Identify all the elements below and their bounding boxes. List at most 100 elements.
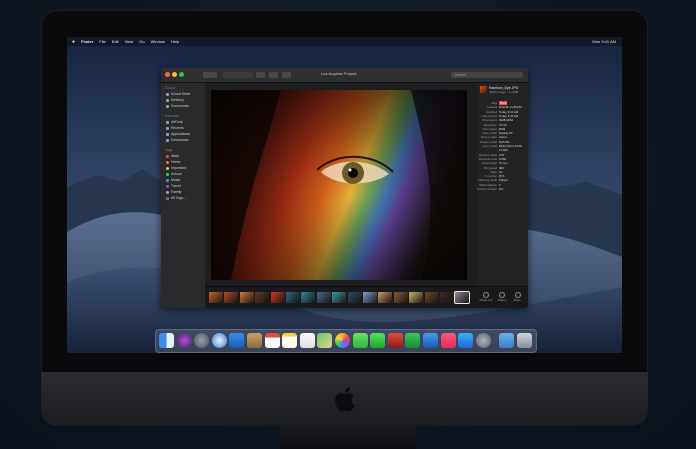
sidebar-tag-all[interactable]: All Tags…	[166, 196, 187, 200]
mail-icon[interactable]	[229, 333, 245, 348]
download-icon	[166, 138, 169, 142]
metadata-row: Content Creator Pro	[477, 187, 528, 191]
photo-booth-icon[interactable]	[387, 333, 403, 348]
system-preferences-icon[interactable]	[475, 333, 491, 348]
reminders-icon[interactable]	[299, 333, 315, 348]
sidebar-tag-school[interactable]: School	[166, 172, 182, 176]
photos-icon[interactable]	[335, 333, 350, 348]
menu-view[interactable]: View	[125, 39, 134, 44]
filmstrip-thumbnail[interactable]	[224, 292, 239, 303]
filmstrip-thumbnail[interactable]	[409, 292, 424, 303]
view-mode-control[interactable]	[223, 72, 253, 78]
photo-preview[interactable]	[211, 90, 467, 280]
airdrop-icon	[166, 120, 169, 124]
finder-icon[interactable]	[159, 333, 174, 348]
tag-dot-icon	[166, 184, 169, 188]
notes-icon[interactable]	[282, 333, 298, 348]
sidebar-item-desktop[interactable]: Desktop	[166, 98, 184, 102]
filmstrip: Rotate Left Markup More…	[205, 286, 528, 308]
sidebar-item-documents[interactable]: Documents	[166, 104, 189, 108]
filmstrip-thumbnail[interactable]	[286, 292, 300, 303]
share-button[interactable]	[269, 72, 278, 78]
filmstrip-thumbnail[interactable]	[378, 292, 393, 303]
menu-file[interactable]: File	[99, 39, 105, 44]
maps-icon[interactable]	[317, 333, 333, 348]
zoom-window-icon[interactable]	[179, 72, 184, 77]
sidebar-item-icloud-drive[interactable]: iCloud Drive	[166, 92, 190, 96]
launchpad-icon[interactable]	[194, 333, 210, 348]
menu-edit[interactable]: Edit	[112, 39, 119, 44]
sidebar: iCloud iCloud Drive Desktop Documents Fa…	[161, 83, 205, 308]
menu-help[interactable]: Help	[171, 39, 179, 44]
sidebar-tag-music[interactable]: Music	[166, 178, 180, 182]
sidebar-item-airdrop[interactable]: AirDrop	[166, 120, 183, 124]
trash-icon[interactable]	[517, 333, 532, 348]
keynote-icon[interactable]	[423, 333, 438, 348]
inspector-panel: Rainbow_Eye.JPG JPEG image - 3.4 MB Tags…	[477, 83, 528, 308]
quick-action-rotate[interactable]: Rotate Left	[479, 292, 493, 302]
filmstrip-thumbnail[interactable]	[363, 292, 377, 303]
tag-button[interactable]	[282, 72, 291, 78]
applications-icon	[166, 132, 169, 136]
tag-dot-icon	[166, 178, 169, 182]
sidebar-tag-family[interactable]: Family	[166, 190, 181, 194]
tag-dot-icon	[166, 196, 169, 200]
rainbow-eye-photo	[211, 90, 467, 280]
menu-app-name[interactable]: Finder	[81, 39, 93, 44]
app-store-icon[interactable]	[458, 333, 474, 348]
siri-icon[interactable]	[176, 333, 192, 348]
quick-action-more[interactable]: More…	[511, 292, 525, 302]
filmstrip-thumbnail[interactable]	[270, 292, 285, 303]
markup-icon	[499, 292, 505, 298]
window-title: Los Angeles Project	[321, 71, 357, 76]
filmstrip-thumbnail[interactable]	[332, 292, 347, 303]
more-icon	[515, 292, 521, 298]
sidebar-item-downloads[interactable]: Downloads	[166, 138, 188, 142]
document-icon	[166, 104, 169, 108]
minimize-window-icon[interactable]	[172, 72, 177, 77]
close-window-icon[interactable]	[165, 72, 170, 77]
filmstrip-thumbnail[interactable]	[424, 292, 439, 303]
sidebar-tag-work[interactable]: Work	[166, 154, 179, 158]
filmstrip-thumbnail[interactable]	[454, 291, 471, 304]
sidebar-tag-travel[interactable]: Travel	[166, 184, 181, 188]
sidebar-tag-home[interactable]: Home	[166, 160, 180, 164]
contacts-icon[interactable]	[247, 333, 262, 348]
desktop-icon	[166, 98, 169, 102]
facetime-icon[interactable]	[370, 333, 386, 348]
music-icon[interactable]	[440, 333, 456, 348]
sidebar-item-recents[interactable]: Recents	[166, 126, 184, 130]
dock	[155, 329, 537, 353]
filmstrip-thumbnail[interactable]	[255, 292, 270, 303]
tag-dot-icon	[166, 154, 169, 158]
filmstrip-thumbnail[interactable]	[393, 292, 408, 303]
safari-icon[interactable]	[211, 333, 227, 348]
filmstrip-thumbnail[interactable]	[239, 292, 254, 303]
search-field[interactable]: Search	[451, 72, 523, 78]
screen: ● Finder File Edit View Go Window Help M…	[67, 37, 622, 353]
group-button[interactable]	[256, 72, 265, 78]
messages-icon[interactable]	[352, 333, 368, 348]
imac-stand	[280, 426, 416, 449]
back-forward-button[interactable]	[203, 72, 217, 78]
filmstrip-thumbnail[interactable]	[316, 292, 331, 303]
downloads-folder-icon[interactable]	[499, 333, 515, 348]
filmstrip-thumbnail[interactable]	[301, 292, 316, 303]
tag-dot-icon	[166, 160, 169, 164]
quick-action-markup[interactable]: Markup	[495, 292, 509, 302]
calendar-icon[interactable]	[264, 333, 280, 348]
menu-window[interactable]: Window	[151, 39, 165, 44]
apple-menu-icon[interactable]: ●	[72, 39, 75, 45]
filmstrip-thumbnail[interactable]	[347, 292, 362, 303]
sidebar-header-icloud: iCloud	[165, 86, 175, 90]
tag-dot-icon	[166, 172, 169, 176]
sidebar-tag-important[interactable]: Important	[166, 166, 186, 170]
metadata-key: Content Creator	[477, 187, 497, 191]
menu-go[interactable]: Go	[139, 39, 144, 44]
filmstrip-thumbnail[interactable]	[209, 292, 223, 303]
filmstrip-thumbnail[interactable]	[440, 292, 454, 303]
sidebar-item-applications[interactable]: Applications	[166, 132, 190, 136]
metadata-value: Pro	[499, 187, 504, 191]
numbers-icon[interactable]	[405, 333, 421, 348]
menubar-clock[interactable]: Mon 9:41 AM	[592, 39, 616, 44]
